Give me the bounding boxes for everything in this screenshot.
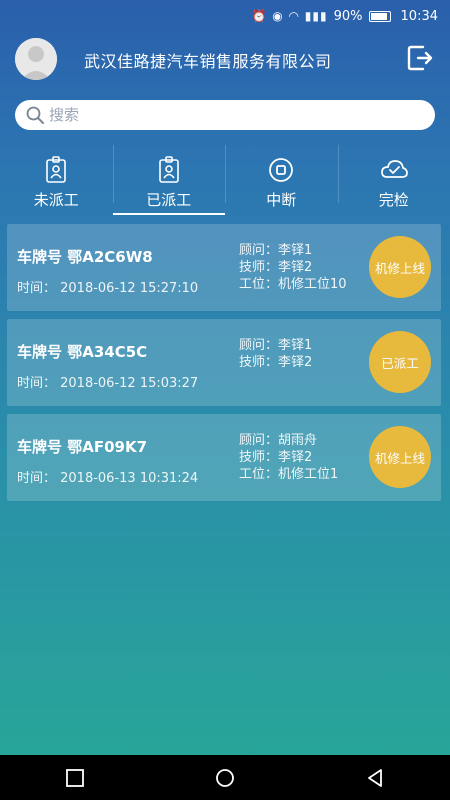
tab-interrupted[interactable]: 中断 [225, 145, 338, 217]
order-list: 车牌号 鄂A2C6W8 时间： 2018-06-12 15:27:10 顾问：李… [7, 224, 441, 509]
order-time: 时间： 2018-06-12 15:27:10 [17, 281, 199, 296]
advisor: 顾问：李铎1 [239, 243, 313, 258]
badge-person-icon [158, 156, 179, 183]
work-station: 工位：机修工位10 [239, 277, 347, 292]
tab-completed[interactable]: 完检 [337, 145, 450, 217]
app-header: 武汉佳路捷汽车销售服务有限公司 [0, 32, 450, 90]
technician: 技师：李铎2 [239, 355, 313, 370]
plate-number: 车牌号 鄂A34C5C [17, 343, 148, 361]
order-meta: 顾问：李铎1 技师：李铎2 工位：机修工位10 [239, 242, 347, 293]
search-input[interactable] [49, 106, 409, 124]
back-icon[interactable] [364, 767, 386, 789]
clock: 10:34 [400, 8, 438, 24]
recent-apps-icon[interactable] [64, 767, 86, 789]
order-card[interactable]: 车牌号 鄂A34C5C 时间： 2018-06-12 15:03:27 顾问：李… [7, 319, 441, 406]
battery-percent: 90% [333, 8, 363, 24]
plate-number: 车牌号 鄂AF09K7 [17, 438, 148, 456]
tab-unassigned[interactable]: 未派工 [0, 145, 113, 217]
order-card[interactable]: 车牌号 鄂A2C6W8 时间： 2018-06-12 15:27:10 顾问：李… [7, 224, 441, 311]
tab-assigned[interactable]: 已派工 [112, 145, 226, 217]
search-bar[interactable] [15, 100, 435, 130]
badge-person-icon [46, 156, 67, 183]
advisor: 顾问：胡雨舟 [239, 433, 318, 448]
order-time: 时间： 2018-06-13 10:31:24 [17, 471, 199, 486]
status-bar: ⏰ ◉ ◠ ▮▮▮ 90% 10:34 [0, 0, 450, 32]
order-time: 时间： 2018-06-12 15:03:27 [17, 376, 199, 391]
stop-circle-icon [269, 158, 294, 182]
status-icons: ⏰ ◉ ◠ ▮▮▮ [251, 9, 328, 23]
status-tabs: 未派工 已派工 中断 完检 [0, 145, 450, 217]
logout-icon[interactable] [404, 42, 436, 74]
order-card[interactable]: 车牌号 鄂AF09K7 时间： 2018-06-13 10:31:24 顾问：胡… [7, 414, 441, 501]
technician: 技师：李铎2 [239, 450, 313, 465]
order-meta: 顾问：李铎1 技师：李铎2 [239, 337, 312, 371]
home-icon[interactable] [214, 767, 236, 789]
tab-label: 中断 [266, 191, 297, 209]
avatar[interactable] [15, 38, 57, 80]
cloud-check-icon [380, 160, 408, 178]
battery-icon [368, 10, 391, 22]
work-station: 工位：机修工位1 [239, 467, 339, 482]
tab-label: 未派工 [33, 191, 79, 209]
tab-label: 完检 [378, 191, 409, 209]
status-badge: 已派工 [369, 331, 431, 393]
user-avatar-icon [15, 38, 57, 80]
advisor: 顾问：李铎1 [239, 338, 313, 353]
tab-label: 已派工 [146, 191, 192, 209]
status-badge: 机修上线 [369, 236, 431, 298]
order-meta: 顾问：胡雨舟 技师：李铎2 工位：机修工位1 [239, 432, 338, 483]
plate-number: 车牌号 鄂A2C6W8 [17, 248, 153, 266]
company-name: 武汉佳路捷汽车销售服务有限公司 [84, 52, 332, 71]
search-icon [26, 106, 44, 124]
technician: 技师：李铎2 [239, 260, 313, 275]
status-badge: 机修上线 [369, 426, 431, 488]
android-nav-bar [0, 755, 450, 800]
